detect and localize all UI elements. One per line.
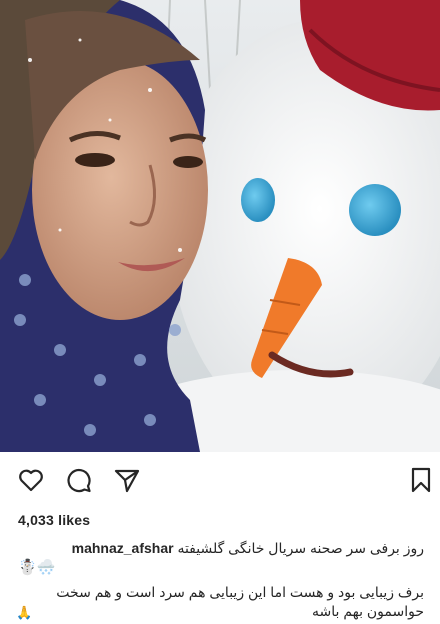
heart-outline-icon[interactable] xyxy=(17,466,45,494)
caption-title: روز برفی سر صحنه سریال خانگی گلشیفته xyxy=(177,540,424,556)
selfie-with-snowman-image xyxy=(0,0,440,452)
post-actions-bar xyxy=(0,452,440,504)
caption-end-emoji: 🙏 xyxy=(16,606,33,621)
paper-plane-icon[interactable] xyxy=(113,466,141,494)
likes-count[interactable]: 4,033 likes xyxy=(18,512,90,528)
instagram-post: 4,033 likes mahnaz_afshar روز برفی سر صح… xyxy=(0,0,440,624)
caption-first-line: mahnaz_afshar روز برفی سر صحنه سریال خان… xyxy=(72,540,424,557)
caption-body: برف زیبایی بود و هست اما این زیبایی هم س… xyxy=(56,584,424,619)
username[interactable]: mahnaz_afshar xyxy=(72,540,174,556)
comment-bubble-icon[interactable] xyxy=(65,466,93,494)
bookmark-icon[interactable] xyxy=(407,466,435,494)
post-photo[interactable] xyxy=(0,0,440,452)
caption-emoji: ☃️🌨️ xyxy=(18,558,56,576)
